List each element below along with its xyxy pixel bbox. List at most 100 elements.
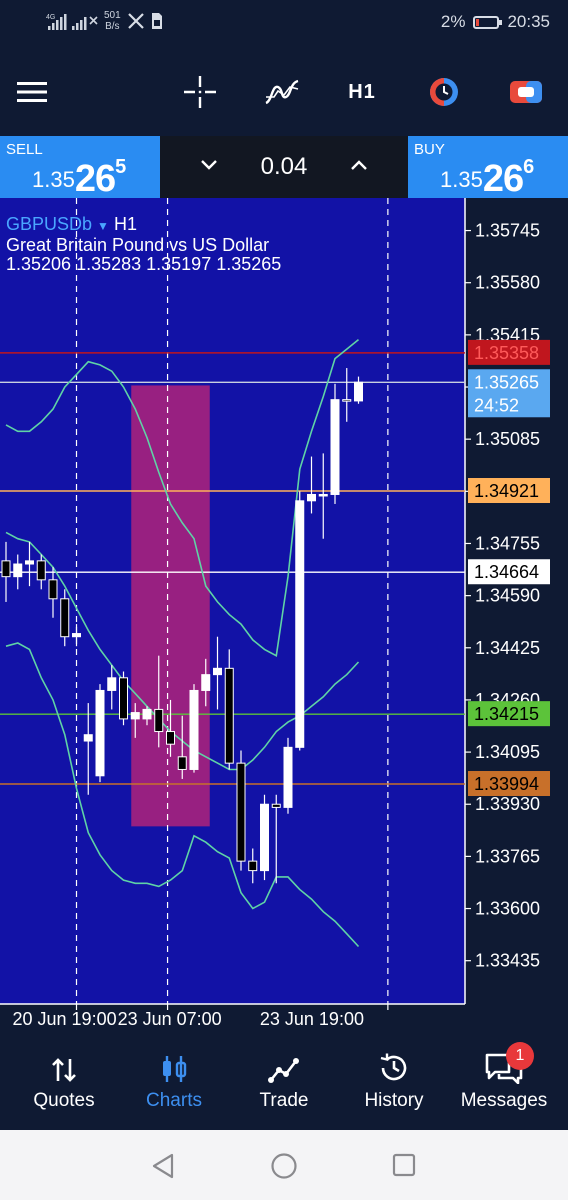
increase-lot-icon[interactable]: [350, 158, 368, 172]
chart-toolbar: H1: [0, 48, 568, 136]
svg-text:4G: 4G: [46, 14, 55, 21]
system-navigation-bar: [0, 1130, 568, 1200]
price-tick-label: 1.33765: [475, 846, 540, 866]
price-chart[interactable]: 1.357451.355801.354151.352501.350851.349…: [0, 198, 568, 1032]
candle-body: [119, 677, 128, 720]
trade-toggle-button[interactable]: [506, 72, 546, 112]
candle: [295, 491, 305, 751]
clock: 20:35: [507, 12, 550, 31]
one-click-trading-icon: [430, 78, 458, 106]
candle-body: [48, 579, 58, 600]
bar-countdown: 24:52: [474, 395, 519, 415]
price-tick-label: 1.34095: [475, 742, 540, 762]
recents-icon[interactable]: [392, 1153, 416, 1177]
sell-price-prefix: 1.35: [32, 167, 75, 192]
candle-body: [236, 762, 246, 862]
battery-percent: 2%: [440, 12, 466, 31]
candle-body: [107, 677, 117, 691]
chart-canvas[interactable]: 1.357451.355801.354151.352501.350851.349…: [0, 198, 568, 1032]
time-tick-label: 20 Jun 19:00: [13, 1009, 117, 1029]
level-label-2: 1.34921: [474, 481, 539, 501]
symbol-dropdown-icon[interactable]: ▼: [97, 219, 109, 233]
status-left: 4G 501 B/s: [46, 10, 163, 32]
buy-button[interactable]: BUY 1.35266: [408, 136, 568, 201]
price-tick-label: 1.35085: [475, 429, 540, 449]
price-tick-label: 1.34755: [475, 533, 540, 553]
candle-body: [166, 731, 175, 745]
sell-price-sup: 5: [115, 156, 127, 178]
sell-price: 1.35265: [32, 156, 126, 201]
candle-body: [224, 667, 234, 764]
candle: [119, 671, 128, 726]
candle-body: [201, 674, 211, 691]
candle-body: [354, 381, 363, 402]
indicators-button[interactable]: [260, 72, 304, 112]
price-tick-label: 1.34425: [475, 638, 540, 658]
menu-icon: [17, 82, 47, 102]
crosshair-icon: [184, 76, 216, 108]
nav-charts-label: Charts: [146, 1090, 202, 1111]
price-tick-label: 1.35745: [475, 221, 540, 241]
level-label-3: 1.34664: [474, 562, 539, 582]
battery-icon: [473, 15, 503, 29]
one-click-trade-panel: SELL 1.35265 0.04 BUY 1.35266: [0, 136, 568, 201]
nav-quotes[interactable]: Quotes: [14, 1032, 114, 1130]
buy-price: 1.35266: [440, 156, 534, 201]
nav-history-label: History: [364, 1090, 424, 1111]
candle-body: [189, 689, 199, 770]
candle-body: [83, 734, 93, 742]
candle-body: [271, 803, 281, 808]
back-icon[interactable]: [150, 1152, 176, 1180]
home-icon[interactable]: [270, 1152, 298, 1180]
candle-body: [295, 500, 305, 748]
nav-history[interactable]: History: [344, 1032, 444, 1130]
chart-symbol-title[interactable]: GBPUSDb ▼ H1: [6, 214, 137, 235]
candle: [283, 737, 293, 814]
candle-body: [318, 493, 328, 497]
buy-price-big: 26: [482, 158, 524, 200]
trade-icon: [268, 1058, 299, 1083]
nav-charts[interactable]: Charts: [124, 1032, 224, 1130]
candle-body: [13, 563, 23, 578]
candle: [189, 684, 199, 773]
one-click-trading-button[interactable]: [424, 72, 464, 112]
charts-icon: [163, 1056, 187, 1082]
menu-button[interactable]: [14, 72, 50, 112]
candle-body: [283, 746, 293, 808]
signal-icon: 4G: [46, 14, 98, 30]
chart-ohlc: 1.35206 1.35283 1.35197 1.35265: [6, 254, 282, 274]
sell-price-big: 26: [74, 158, 116, 200]
lot-value[interactable]: 0.04: [160, 153, 408, 181]
crosshair-button[interactable]: [180, 72, 220, 112]
price-tick-label: 1.34590: [475, 586, 540, 606]
candle: [236, 750, 246, 871]
nav-messages[interactable]: Messages 1: [452, 1032, 556, 1130]
sell-button[interactable]: SELL 1.35265: [0, 136, 160, 201]
timeframe-button[interactable]: H1: [340, 72, 384, 112]
indicators-icon: [265, 79, 299, 105]
time-tick-label: 23 Jun 07:00: [118, 1009, 222, 1029]
candle-body: [248, 860, 258, 872]
nav-messages-label: Messages: [460, 1090, 548, 1111]
candle-body: [1, 560, 11, 578]
timeframe-label: H1: [348, 80, 376, 103]
level-label-4: 1.34215: [474, 704, 539, 724]
candle-body: [95, 689, 105, 777]
chart-timeframe: H1: [113, 214, 137, 234]
network-speed-value: 501: [104, 10, 121, 21]
nav-trade[interactable]: Trade: [234, 1032, 334, 1130]
status-bar: 4G 501 B/s 2% 20:35: [0, 0, 568, 48]
candle-body: [25, 560, 34, 565]
candle-body: [177, 756, 187, 770]
price-tick-label: 1.35580: [475, 273, 540, 293]
messages-badge: 1: [506, 1042, 534, 1070]
trade-toggle-icon: [510, 81, 542, 103]
candle: [260, 794, 269, 881]
candle-body: [330, 399, 340, 495]
candle: [95, 684, 105, 783]
chart-symbol[interactable]: GBPUSDb: [6, 214, 92, 234]
level-label-0: 1.35358: [474, 343, 539, 363]
chart-symbol-description: Great Britain Pound vs US Dollar: [6, 235, 270, 255]
candle-body: [342, 399, 352, 402]
buy-price-prefix: 1.35: [440, 167, 483, 192]
